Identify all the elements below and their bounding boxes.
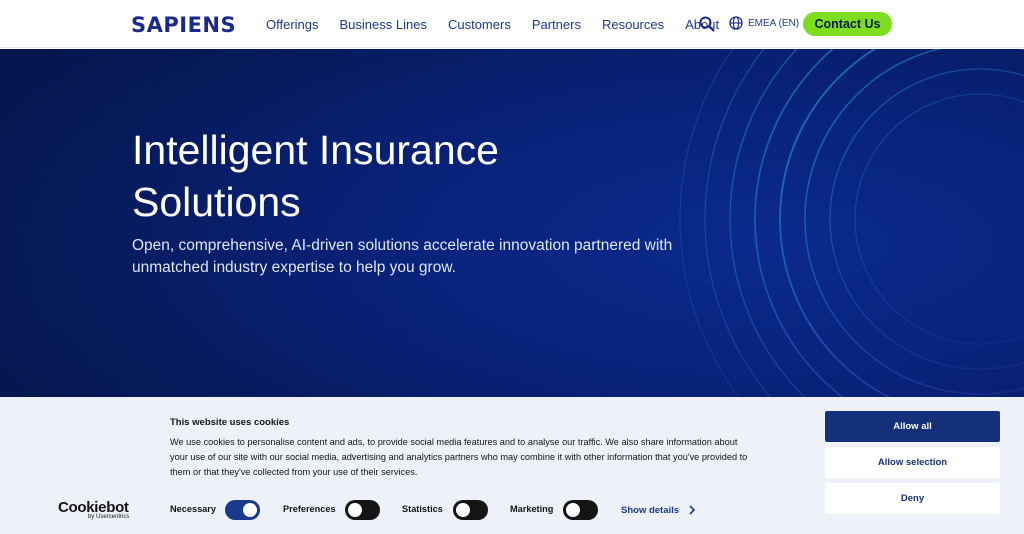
- allow-selection-button[interactable]: Allow selection: [825, 447, 1000, 478]
- consent-label-necessary: Necessary: [170, 504, 216, 514]
- sapiens-logo[interactable]: SAPIENS: [131, 13, 236, 37]
- site-header: SAPIENS Offerings Business Lines Custome…: [0, 0, 1024, 48]
- cookiebot-sub: by Usercentrics: [88, 514, 130, 520]
- hero-title: Intelligent Insurance Solutions: [132, 124, 652, 228]
- consent-label-statistics: Statistics: [402, 504, 443, 514]
- nav-offerings[interactable]: Offerings: [266, 17, 319, 32]
- consent-label-marketing: Marketing: [510, 504, 554, 514]
- nav-partners[interactable]: Partners: [532, 17, 581, 32]
- locale-selector[interactable]: EMEA (EN): [729, 16, 799, 30]
- show-details-link[interactable]: Show details: [621, 504, 699, 516]
- search-icon[interactable]: [698, 15, 716, 33]
- hero-subtitle: Open, comprehensive, AI-driven solutions…: [132, 235, 692, 279]
- cookie-description: We use cookies to personalise content an…: [170, 435, 800, 480]
- hero-subtitle-line1: Open, comprehensive, AI-driven solutions…: [132, 237, 673, 254]
- cookie-text-line2: your use of our site with our social med…: [170, 452, 748, 462]
- show-details-label: Show details: [621, 504, 680, 516]
- deny-button[interactable]: Deny: [825, 483, 1000, 514]
- hero-rings-graphic: [679, 49, 1024, 429]
- allow-all-button[interactable]: Allow all: [825, 411, 1000, 442]
- nav-resources[interactable]: Resources: [602, 17, 664, 32]
- cookie-title: This website uses cookies: [170, 417, 290, 428]
- toggle-preferences[interactable]: [345, 500, 380, 520]
- chevron-right-icon: [689, 505, 696, 515]
- cookie-text-line3: them or that they've collected from your…: [170, 467, 418, 477]
- locale-label: EMEA (EN): [748, 17, 800, 29]
- nav-customers[interactable]: Customers: [448, 17, 511, 32]
- cookie-text-line1: We use cookies to personalise content an…: [170, 437, 738, 447]
- contact-us-button[interactable]: Contact Us: [803, 12, 892, 36]
- hero-subtitle-line2: unmatched industry expertise to help you…: [132, 259, 456, 276]
- nav-business-lines[interactable]: Business Lines: [340, 17, 427, 32]
- hero-title-line2: Solutions: [132, 179, 301, 225]
- main-nav: Offerings Business Lines Customers Partn…: [266, 0, 740, 48]
- toggle-marketing[interactable]: [563, 500, 598, 520]
- toggle-necessary[interactable]: [225, 500, 260, 520]
- toggle-statistics[interactable]: [453, 500, 488, 520]
- hero-title-line1: Intelligent Insurance: [132, 127, 499, 173]
- consent-label-preferences: Preferences: [283, 504, 336, 514]
- globe-icon: [729, 16, 743, 30]
- cookiebot-logo: Cookiebot by Usercentrics: [58, 499, 129, 520]
- cookie-banner: Cookiebot by Usercentrics This website u…: [0, 397, 1024, 534]
